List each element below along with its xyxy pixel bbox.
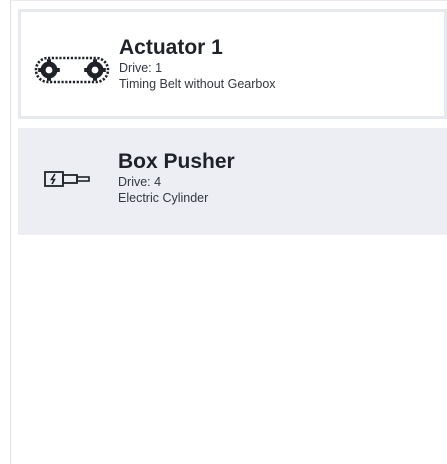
actuator-type: Electric Cylinder (118, 191, 209, 205)
actuator-name: Actuator 1 (119, 36, 223, 59)
actuator-type: Timing Belt without Gearbox (119, 77, 276, 91)
actuator-name: Box Pusher (118, 150, 235, 173)
actuator-list-panel: Actuator 1 Drive: 1 Timing Belt without … (10, 0, 447, 464)
list-item-box-pusher[interactable]: Box Pusher Drive: 4 Electric Cylinder (18, 128, 447, 235)
actuator-info: Actuator 1 Drive: 1 Timing Belt without … (119, 36, 434, 92)
electric-cylinder-icon (44, 171, 90, 187)
actuator-drive: Drive: 4 (118, 175, 162, 189)
actuator-list: Actuator 1 Drive: 1 Timing Belt without … (11, 1, 447, 464)
actuator-info: Box Pusher Drive: 4 Electric Cylinder (118, 150, 437, 206)
timing-belt-icon (34, 56, 110, 84)
list-item-actuator-1[interactable]: Actuator 1 Drive: 1 Timing Belt without … (18, 9, 447, 119)
actuator-drive: Drive: 1 (119, 61, 163, 75)
